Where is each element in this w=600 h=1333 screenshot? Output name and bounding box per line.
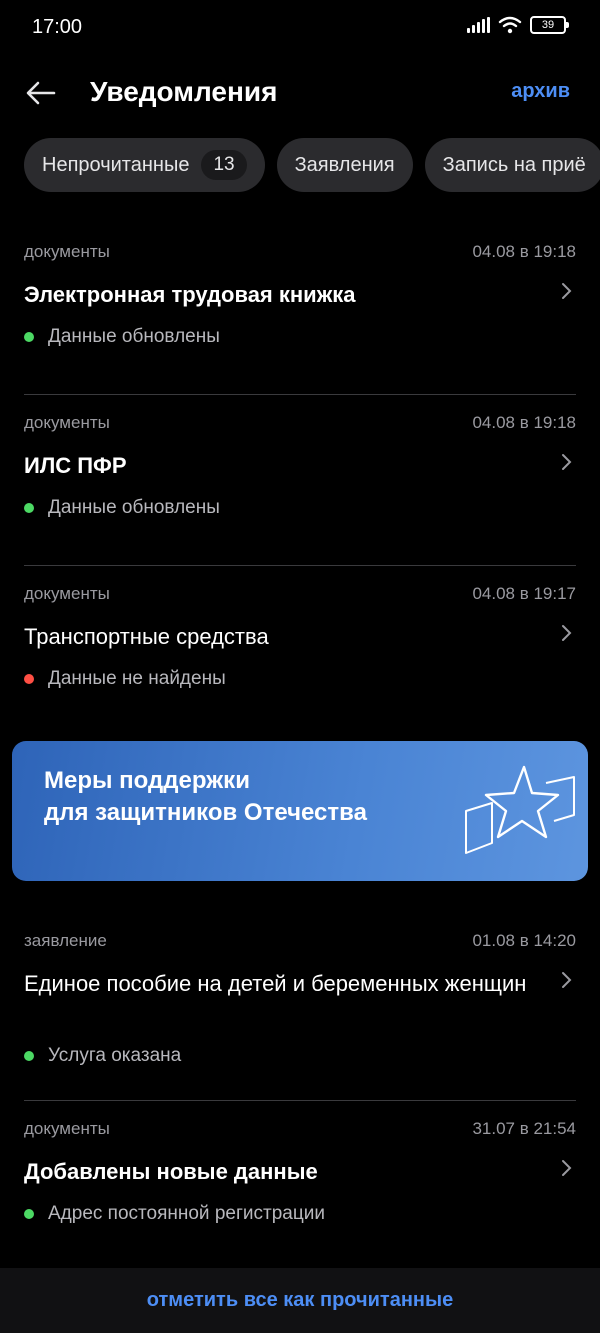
status-text: Данные обновлены <box>48 326 220 347</box>
notification-item[interactable]: документы 04.08 в 19:17 Транспортные сре… <box>24 566 576 737</box>
notification-date: 04.08 в 19:18 <box>472 413 576 432</box>
notification-item[interactable]: документы 04.08 в 19:18 Электронная труд… <box>24 224 576 395</box>
notification-status: Данные не найдены <box>24 668 226 690</box>
banner-line2: для защитников Отечества <box>44 799 367 826</box>
status-time: 17:00 <box>32 16 83 38</box>
notification-item[interactable]: документы 04.08 в 19:18 ИЛС ПФР Данные о… <box>24 395 576 566</box>
chip-label: Заявления <box>294 153 395 176</box>
battery-level: 39 <box>541 19 555 31</box>
notification-title: Единое пособие на детей и беременных жен… <box>24 971 527 996</box>
chevron-right-icon <box>562 972 572 988</box>
status-text: Адрес постоянной регистрации <box>48 1203 325 1224</box>
status-text: Данные обновлены <box>48 497 220 518</box>
chip-label: Непрочитанные <box>42 153 190 176</box>
chevron-right-icon <box>562 454 572 470</box>
notification-date: 31.07 в 21:54 <box>472 1119 576 1138</box>
notification-status: Адрес постоянной регистрации <box>24 1203 325 1225</box>
notification-status: Данные обновлены <box>24 497 220 519</box>
banner-line1: Меры поддержки <box>44 767 250 794</box>
chip-label: Запись на приё <box>442 153 586 176</box>
notification-title: ИЛС ПФР <box>24 453 127 478</box>
star-icon <box>465 765 575 854</box>
notification-date: 01.08 в 14:20 <box>472 931 576 950</box>
status-icons: 39 <box>467 16 569 34</box>
status-dot-success <box>24 332 34 342</box>
chevron-right-icon <box>562 1160 572 1176</box>
notification-category: документы <box>24 413 110 432</box>
notification-category: документы <box>24 584 110 603</box>
notification-category: документы <box>24 242 110 261</box>
chip-unread[interactable]: Непрочитанные 13 <box>24 138 265 192</box>
status-dot-error <box>24 674 34 684</box>
status-text: Данные не найдены <box>48 668 226 689</box>
notification-date: 04.08 в 19:17 <box>472 584 576 603</box>
chevron-right-icon <box>562 625 572 641</box>
notification-item[interactable]: заявление 01.08 в 14:20 Единое пособие н… <box>24 913 576 1101</box>
chevron-right-icon <box>562 283 572 299</box>
status-bar: 17:00 39 <box>0 0 600 56</box>
notification-date: 04.08 в 19:18 <box>472 242 576 261</box>
notification-list: документы 04.08 в 19:18 Электронная труд… <box>24 224 576 737</box>
notification-list-2: заявление 01.08 в 14:20 Единое пособие н… <box>24 913 576 1272</box>
chip-applications[interactable]: Заявления <box>276 138 413 192</box>
signal-icon <box>467 17 490 33</box>
notification-title: Транспортные средства <box>24 624 269 649</box>
chip-appointment[interactable]: Запись на приё <box>424 138 600 192</box>
notification-status: Данные обновлены <box>24 326 220 348</box>
promo-banner[interactable]: Меры поддержки для защитников Отечества <box>12 741 588 881</box>
wifi-icon <box>498 16 522 34</box>
filter-chips: Непрочитанные 13 Заявления Запись на при… <box>24 138 600 192</box>
notification-category: заявление <box>24 931 107 950</box>
notification-title: Добавлены новые данные <box>24 1159 318 1184</box>
status-dot-success <box>24 1051 34 1061</box>
page-title: Уведомления <box>90 76 278 107</box>
notification-status: Услуга оказана <box>24 1045 181 1067</box>
status-dot-success <box>24 503 34 513</box>
notification-item[interactable]: документы 31.07 в 21:54 Добавлены новые … <box>24 1101 576 1272</box>
status-text: Услуга оказана <box>48 1045 182 1066</box>
notification-title: Электронная трудовая книжка <box>24 282 356 307</box>
status-dot-success <box>24 1209 34 1219</box>
bottom-action-bar: отметить все как прочитанные <box>0 1268 600 1333</box>
notification-category: документы <box>24 1119 110 1138</box>
archive-link[interactable]: архив <box>511 80 570 103</box>
chip-count-badge: 13 <box>201 150 247 180</box>
banner-text: Меры поддержки для защитников Отечества <box>44 765 367 829</box>
header: Уведомления архив <box>0 70 600 116</box>
back-arrow-icon[interactable] <box>24 78 58 108</box>
battery-icon: 39 <box>530 16 569 34</box>
mark-all-read-button[interactable]: отметить все как прочитанные <box>147 1289 453 1312</box>
